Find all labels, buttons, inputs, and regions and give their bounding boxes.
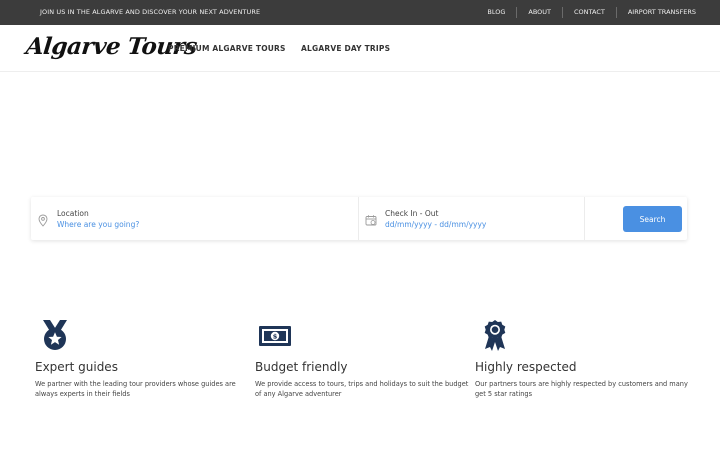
map-pin-icon [37,212,49,227]
top-bar-tagline: JOIN US IN THE ALGARVE AND DISCOVER YOUR… [40,8,261,16]
location-label: Location [57,209,89,218]
nav-algarve-day-trips[interactable]: ALGARVE DAY TRIPS [301,44,390,53]
feature-budget-friendly: $ Budget friendly We provide access to t… [255,318,470,398]
search-button[interactable]: Search [623,206,682,232]
dates-segment[interactable]: Check In - Out [359,197,585,240]
dates-input[interactable] [385,219,565,230]
feature-title: Budget friendly [255,360,348,374]
banknote-icon: $ [255,318,470,352]
award-ribbon-icon [475,318,690,352]
top-link-about[interactable]: ABOUT [516,7,562,18]
svg-text:$: $ [273,333,278,341]
dates-label: Check In - Out [385,209,439,218]
feature-expert-guides: Expert guides We partner with the leadin… [35,318,250,398]
feature-description: We provide access to tours, trips and ho… [255,380,469,398]
feature-title: Expert guides [35,360,118,374]
search-bar: Location Check In - Out Search [31,197,687,240]
top-link-contact[interactable]: CONTACT [562,7,616,18]
nav-premium-algarve-tours[interactable]: PREMIUM ALGARVE TOURS [168,44,286,53]
top-bar: JOIN US IN THE ALGARVE AND DISCOVER YOUR… [0,0,720,25]
feature-description: Our partners tours are highly respected … [475,380,688,398]
top-bar-links: BLOG ABOUT CONTACT AIRPORT TRANSFERS [476,7,696,18]
location-segment[interactable]: Location [31,197,359,240]
medal-star-icon [35,318,250,352]
calendar-icon [365,212,377,226]
main-header: Algarve Tours PREMIUM ALGARVE TOURS ALGA… [0,25,720,72]
feature-highly-respected: Highly respected Our partners tours are … [475,318,690,398]
top-link-airport-transfers[interactable]: AIRPORT TRANSFERS [615,7,696,18]
feature-description: We partner with the leading tour provide… [35,380,236,398]
location-input[interactable] [57,219,317,230]
top-link-blog[interactable]: BLOG [476,7,516,18]
feature-title: Highly respected [475,360,577,374]
